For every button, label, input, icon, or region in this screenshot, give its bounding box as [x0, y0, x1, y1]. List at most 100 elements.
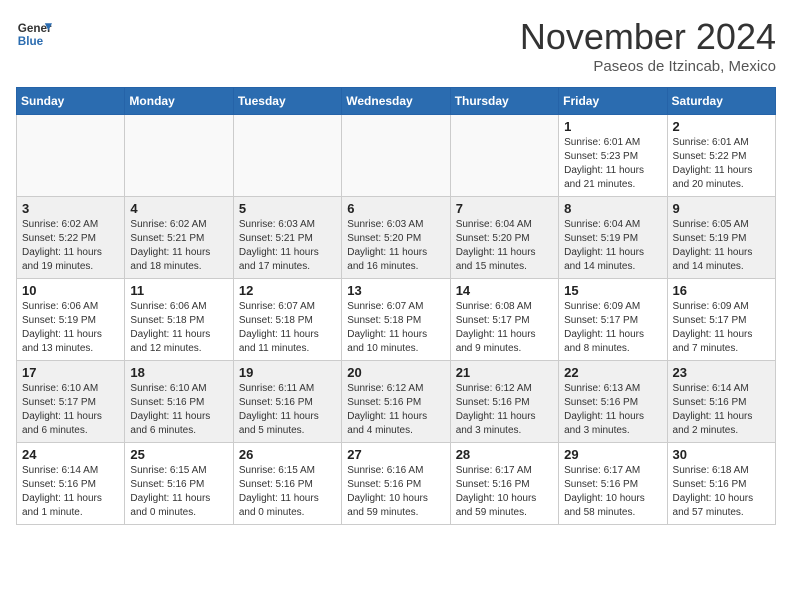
calendar-day-cell: 22 Sunrise: 6:13 AM Sunset: 5:16 PM Dayli… [559, 361, 667, 443]
calendar-week-row: 3 Sunrise: 6:02 AM Sunset: 5:22 PM Daylig… [17, 197, 776, 279]
day-info: Sunrise: 6:03 AM Sunset: 5:21 PM Dayligh… [239, 218, 336, 274]
day-number: 16 [673, 283, 770, 298]
day-number: 1 [564, 119, 661, 134]
day-of-week-header: Saturday [667, 88, 775, 115]
calendar-day-cell [342, 115, 450, 197]
calendar-day-cell [17, 115, 125, 197]
calendar-day-cell: 18 Sunrise: 6:10 AM Sunset: 5:16 PM Dayli… [125, 361, 233, 443]
day-info: Sunrise: 6:12 AM Sunset: 5:16 PM Dayligh… [456, 382, 553, 438]
calendar-day-cell: 1 Sunrise: 6:01 AM Sunset: 5:23 PM Daylig… [559, 115, 667, 197]
day-number: 14 [456, 283, 553, 298]
calendar-day-cell: 10 Sunrise: 6:06 AM Sunset: 5:19 PM Dayli… [17, 279, 125, 361]
day-number: 21 [456, 365, 553, 380]
day-info: Sunrise: 6:06 AM Sunset: 5:19 PM Dayligh… [22, 300, 119, 356]
day-info: Sunrise: 6:09 AM Sunset: 5:17 PM Dayligh… [564, 300, 661, 356]
day-of-week-header: Monday [125, 88, 233, 115]
day-info: Sunrise: 6:12 AM Sunset: 5:16 PM Dayligh… [347, 382, 444, 438]
day-info: Sunrise: 6:15 AM Sunset: 5:16 PM Dayligh… [130, 464, 227, 520]
day-info: Sunrise: 6:02 AM Sunset: 5:22 PM Dayligh… [22, 218, 119, 274]
title-block: November 2024 Paseos de Itzincab, Mexico [520, 16, 776, 75]
day-info: Sunrise: 6:07 AM Sunset: 5:18 PM Dayligh… [239, 300, 336, 356]
calendar-week-row: 10 Sunrise: 6:06 AM Sunset: 5:19 PM Dayli… [17, 279, 776, 361]
calendar-day-cell: 14 Sunrise: 6:08 AM Sunset: 5:17 PM Dayli… [450, 279, 558, 361]
day-info: Sunrise: 6:08 AM Sunset: 5:17 PM Dayligh… [456, 300, 553, 356]
svg-text:Blue: Blue [18, 35, 44, 48]
day-number: 8 [564, 201, 661, 216]
calendar-day-cell: 8 Sunrise: 6:04 AM Sunset: 5:19 PM Daylig… [559, 197, 667, 279]
logo-icon: General Blue [16, 16, 52, 52]
day-number: 19 [239, 365, 336, 380]
calendar-day-cell: 30 Sunrise: 6:18 AM Sunset: 5:16 PM Dayli… [667, 443, 775, 525]
day-number: 2 [673, 119, 770, 134]
calendar-day-cell: 7 Sunrise: 6:04 AM Sunset: 5:20 PM Daylig… [450, 197, 558, 279]
day-number: 11 [130, 283, 227, 298]
calendar-week-row: 24 Sunrise: 6:14 AM Sunset: 5:16 PM Dayli… [17, 443, 776, 525]
calendar-day-cell: 17 Sunrise: 6:10 AM Sunset: 5:17 PM Dayli… [17, 361, 125, 443]
calendar-day-cell: 27 Sunrise: 6:16 AM Sunset: 5:16 PM Dayli… [342, 443, 450, 525]
day-info: Sunrise: 6:01 AM Sunset: 5:22 PM Dayligh… [673, 136, 770, 192]
day-info: Sunrise: 6:10 AM Sunset: 5:16 PM Dayligh… [130, 382, 227, 438]
day-info: Sunrise: 6:07 AM Sunset: 5:18 PM Dayligh… [347, 300, 444, 356]
day-number: 30 [673, 447, 770, 462]
day-number: 29 [564, 447, 661, 462]
day-info: Sunrise: 6:04 AM Sunset: 5:19 PM Dayligh… [564, 218, 661, 274]
day-info: Sunrise: 6:06 AM Sunset: 5:18 PM Dayligh… [130, 300, 227, 356]
day-info: Sunrise: 6:10 AM Sunset: 5:17 PM Dayligh… [22, 382, 119, 438]
day-number: 18 [130, 365, 227, 380]
calendar-day-cell: 11 Sunrise: 6:06 AM Sunset: 5:18 PM Dayli… [125, 279, 233, 361]
day-number: 24 [22, 447, 119, 462]
day-info: Sunrise: 6:01 AM Sunset: 5:23 PM Dayligh… [564, 136, 661, 192]
calendar-day-cell: 5 Sunrise: 6:03 AM Sunset: 5:21 PM Daylig… [233, 197, 341, 279]
calendar-day-cell: 20 Sunrise: 6:12 AM Sunset: 5:16 PM Dayli… [342, 361, 450, 443]
day-number: 3 [22, 201, 119, 216]
day-number: 25 [130, 447, 227, 462]
day-info: Sunrise: 6:15 AM Sunset: 5:16 PM Dayligh… [239, 464, 336, 520]
day-number: 13 [347, 283, 444, 298]
day-of-week-header: Wednesday [342, 88, 450, 115]
calendar-day-cell: 26Sunrise: 6:15 AM Sunset: 5:16 PM Dayli… [233, 443, 341, 525]
month-title: November 2024 [520, 16, 776, 58]
calendar-week-row: 17 Sunrise: 6:10 AM Sunset: 5:17 PM Dayli… [17, 361, 776, 443]
calendar-day-cell: 21 Sunrise: 6:12 AM Sunset: 5:16 PM Dayli… [450, 361, 558, 443]
day-of-week-header: Thursday [450, 88, 558, 115]
day-info: Sunrise: 6:13 AM Sunset: 5:16 PM Dayligh… [564, 382, 661, 438]
day-info: Sunrise: 6:03 AM Sunset: 5:20 PM Dayligh… [347, 218, 444, 274]
day-of-week-header: Friday [559, 88, 667, 115]
day-info: Sunrise: 6:02 AM Sunset: 5:21 PM Dayligh… [130, 218, 227, 274]
day-of-week-header: Sunday [17, 88, 125, 115]
day-number: 27 [347, 447, 444, 462]
calendar-header-row: SundayMondayTuesdayWednesdayThursdayFrid… [17, 88, 776, 115]
day-number: 7 [456, 201, 553, 216]
day-number: 15 [564, 283, 661, 298]
day-number: 20 [347, 365, 444, 380]
calendar-day-cell: 16 Sunrise: 6:09 AM Sunset: 5:17 PM Dayli… [667, 279, 775, 361]
day-number: 9 [673, 201, 770, 216]
day-info: Sunrise: 6:18 AM Sunset: 5:16 PM Dayligh… [673, 464, 770, 520]
calendar-week-row: 1 Sunrise: 6:01 AM Sunset: 5:23 PM Daylig… [17, 115, 776, 197]
day-info: Sunrise: 6:17 AM Sunset: 5:16 PM Dayligh… [456, 464, 553, 520]
calendar-day-cell: 13 Sunrise: 6:07 AM Sunset: 5:18 PM Dayli… [342, 279, 450, 361]
day-number: 6 [347, 201, 444, 216]
day-number: 17 [22, 365, 119, 380]
day-number: 10 [22, 283, 119, 298]
calendar-day-cell: 19Sunrise: 6:11 AM Sunset: 5:16 PM Dayli… [233, 361, 341, 443]
day-info: Sunrise: 6:16 AM Sunset: 5:16 PM Dayligh… [347, 464, 444, 520]
calendar-table: SundayMondayTuesdayWednesdayThursdayFrid… [16, 87, 776, 525]
day-of-week-header: Tuesday [233, 88, 341, 115]
day-info: Sunrise: 6:17 AM Sunset: 5:16 PM Dayligh… [564, 464, 661, 520]
location: Paseos de Itzincab, Mexico [520, 58, 776, 75]
day-number: 22 [564, 365, 661, 380]
calendar-day-cell: 15 Sunrise: 6:09 AM Sunset: 5:17 PM Dayli… [559, 279, 667, 361]
day-number: 5 [239, 201, 336, 216]
calendar-day-cell: 9Sunrise: 6:05 AM Sunset: 5:19 PM Daylig… [667, 197, 775, 279]
calendar-day-cell: 4 Sunrise: 6:02 AM Sunset: 5:21 PM Daylig… [125, 197, 233, 279]
day-number: 4 [130, 201, 227, 216]
calendar-day-cell: 6 Sunrise: 6:03 AM Sunset: 5:20 PM Daylig… [342, 197, 450, 279]
calendar-day-cell: 2 Sunrise: 6:01 AM Sunset: 5:22 PM Daylig… [667, 115, 775, 197]
day-info: Sunrise: 6:09 AM Sunset: 5:17 PM Dayligh… [673, 300, 770, 356]
calendar-day-cell [450, 115, 558, 197]
calendar-day-cell: 29 Sunrise: 6:17 AM Sunset: 5:16 PM Dayli… [559, 443, 667, 525]
day-number: 12 [239, 283, 336, 298]
day-info: Sunrise: 6:04 AM Sunset: 5:20 PM Dayligh… [456, 218, 553, 274]
day-info: Sunrise: 6:14 AM Sunset: 5:16 PM Dayligh… [22, 464, 119, 520]
